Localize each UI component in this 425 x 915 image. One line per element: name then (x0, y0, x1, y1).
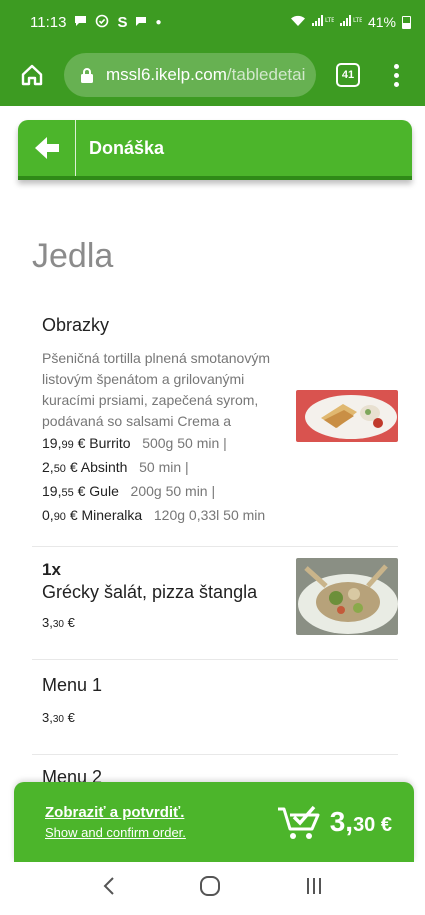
home-icon (21, 64, 43, 86)
address-bar[interactable]: mssl6.ikelp.com/tabledetai (64, 53, 316, 97)
flag-notification-icon (135, 15, 147, 30)
list-item[interactable]: Menu 1 3,30 € (32, 661, 398, 755)
nav-home-button[interactable] (199, 875, 221, 902)
total-amount: 3,30 € (329, 806, 392, 837)
battery-icon (402, 15, 411, 29)
item-name: Menu 1 (42, 675, 103, 695)
battery-percent: 41% (367, 14, 396, 30)
item-variant[interactable]: 19,55 € Gule 200g 50 min | (42, 480, 398, 504)
food-photo-salad (296, 558, 398, 635)
item-price: 3,30 € (42, 710, 75, 725)
list-item[interactable]: 1x Grécky šalát, pizza štangla 3,30 € (32, 548, 398, 660)
url-path: /tabledetai (226, 65, 306, 84)
status-time: 11:13 (30, 13, 67, 31)
list-item[interactable]: Obrazky Pšeničná tortilla plnená smotano… (32, 312, 398, 547)
home-button[interactable] (6, 49, 58, 101)
recents-icon (306, 878, 321, 894)
signal-lte1-icon: LTE (311, 14, 335, 30)
url-host: mssl6.ikelp.com (106, 65, 227, 84)
item-variant[interactable]: 2,50 € Absinth 50 min | (42, 456, 398, 480)
order-total: 3,30 € (276, 803, 392, 841)
order-bar[interactable]: Zobraziť a potvrdiť. Show and confirm or… (14, 782, 414, 862)
back-button[interactable] (18, 120, 76, 176)
check-circle-notification-icon (95, 14, 109, 31)
browser-menu-button[interactable] (386, 55, 406, 95)
item-name: Obrazky (42, 315, 110, 335)
signal-lte2-icon: LTE (339, 14, 363, 30)
food-photo-burrito (296, 390, 398, 442)
svg-text:LTE: LTE (325, 17, 334, 24)
s-notification-icon: S (117, 13, 128, 31)
tab-switcher-button[interactable]: 41 (336, 63, 360, 87)
item-description: Pšeničná tortilla plnená smotanovým list… (42, 350, 271, 429)
page-header: Donáška (18, 120, 412, 180)
order-text[interactable]: Zobraziť a potvrdiť. Show and confirm or… (45, 804, 186, 840)
cart-check-icon (277, 805, 320, 839)
dot-notification-icon: ● (155, 16, 162, 28)
nav-back-button[interactable] (102, 876, 116, 901)
page-title: Donáška (89, 137, 165, 158)
lock-icon (81, 68, 93, 83)
nav-recents-button[interactable] (304, 876, 324, 901)
arrow-left-icon (34, 137, 59, 159)
system-nav-bar (0, 862, 425, 915)
browser-toolbar: mssl6.ikelp.com/tabledetai 41 (0, 44, 425, 106)
rounded-square-icon (199, 876, 220, 896)
wifi-icon (290, 14, 306, 30)
message-notification-icon (74, 15, 87, 30)
chevron-left-icon (103, 877, 114, 895)
confirm-order-link[interactable]: Zobraziť a potvrdiť. (45, 804, 186, 821)
svg-text:LTE: LTE (353, 17, 362, 24)
item-variant[interactable]: 0,90 € Mineralka 120g 0,33l 50 min (42, 504, 398, 528)
section-title: Jedla (32, 237, 114, 275)
status-bar: 11:13 S ● LTE LTE 41% (0, 0, 425, 44)
confirm-order-sublink[interactable]: Show and confirm order. (45, 825, 186, 840)
